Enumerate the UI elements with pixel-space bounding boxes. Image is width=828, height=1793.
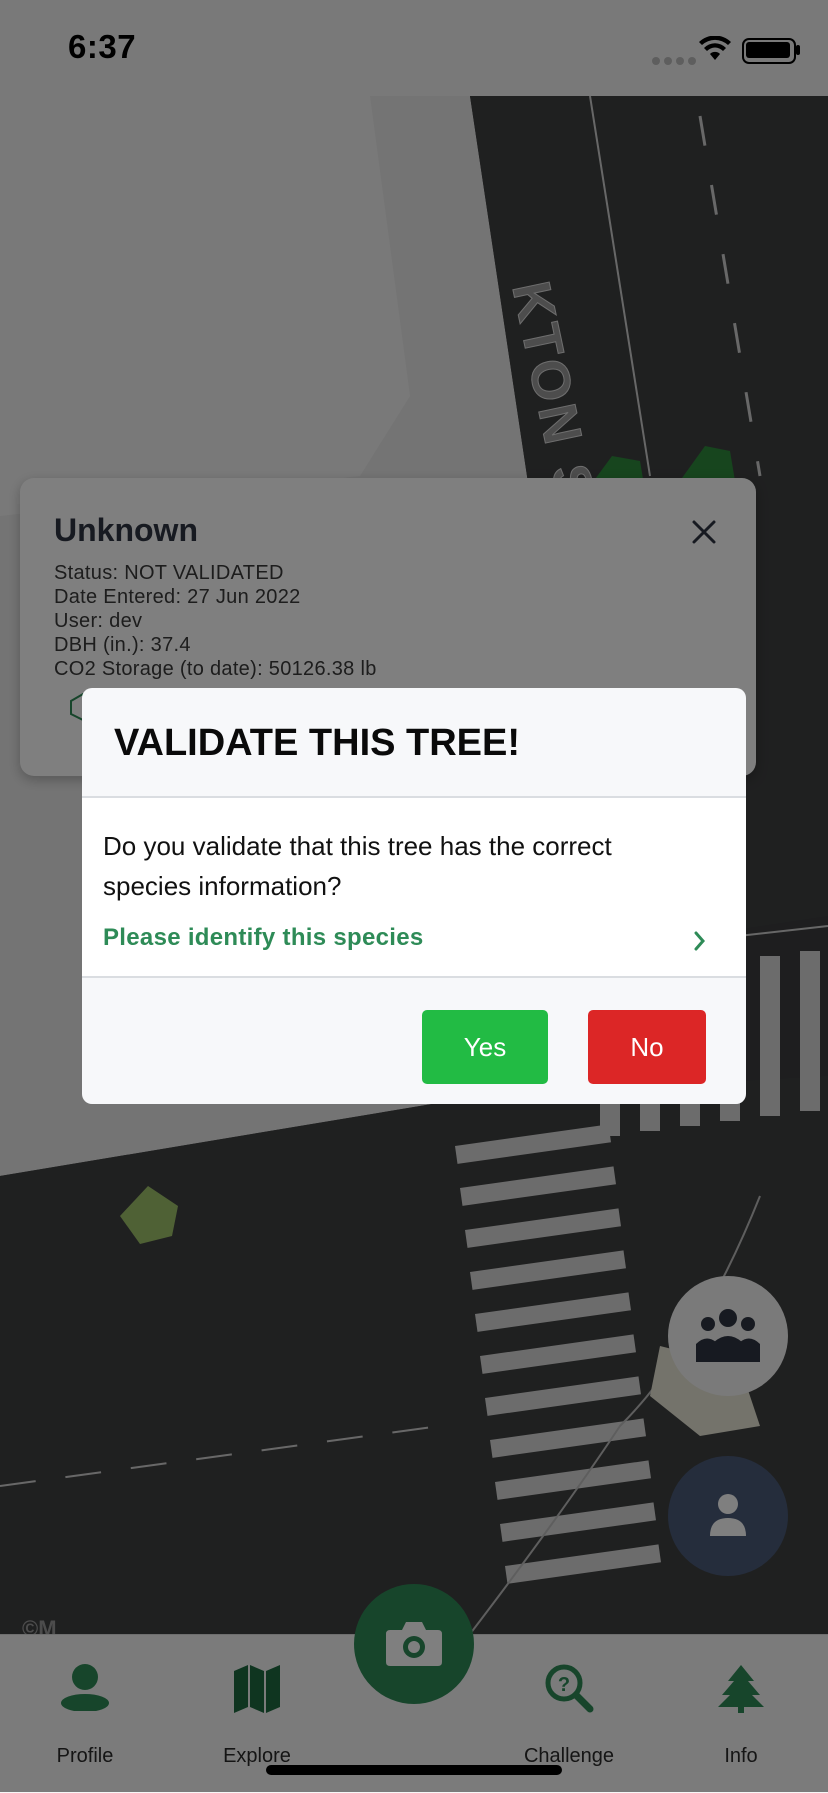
yes-button[interactable]: Yes [422,1010,548,1084]
validate-tree-modal: VALIDATE THIS TREE! Do you validate that… [82,688,746,1104]
no-button[interactable]: No [588,1010,706,1084]
chevron-right-icon [694,931,705,951]
modal-body: Do you validate that this tree has the c… [82,798,746,978]
modal-title: VALIDATE THIS TREE! [114,722,521,764]
modal-header: VALIDATE THIS TREE! [82,688,746,798]
identify-species-label: Please identify this species [103,924,424,951]
identify-species-link[interactable]: Please identify this species [103,922,723,962]
validation-question: Do you validate that this tree has the c… [103,831,612,901]
